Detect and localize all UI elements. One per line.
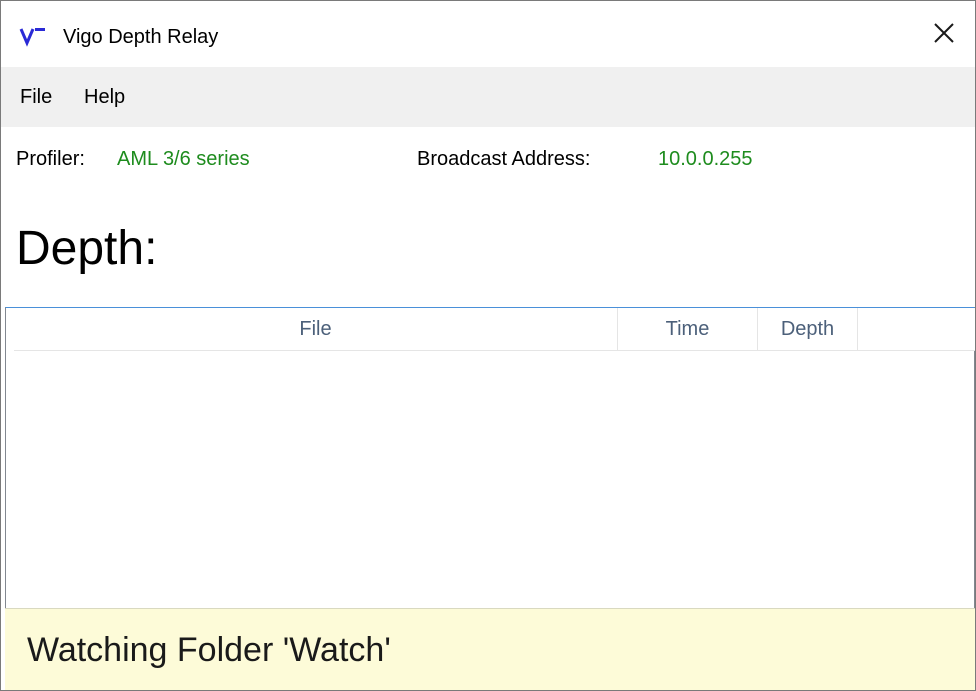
vigo-logo-icon: [19, 25, 51, 47]
broadcast-address-label: Broadcast Address:: [417, 148, 591, 170]
title-bar[interactable]: Vigo Depth Relay: [1, 1, 975, 67]
profiler-value: AML 3/6 series: [117, 148, 250, 170]
menu-help[interactable]: Help: [84, 85, 125, 109]
list-header: File Time Depth: [14, 308, 975, 351]
status-bar: Watching Folder 'Watch': [5, 608, 975, 690]
app-window: Vigo Depth Relay File Help Profiler: AML…: [0, 0, 976, 691]
depth-label: Depth:: [16, 222, 158, 275]
menu-file[interactable]: File: [20, 85, 52, 109]
close-icon: [933, 22, 955, 49]
broadcast-address-value: 10.0.0.255: [658, 148, 753, 170]
column-header-file[interactable]: File: [14, 308, 618, 350]
column-header-depth[interactable]: Depth: [758, 308, 858, 350]
column-header-filler: [858, 308, 975, 350]
close-button[interactable]: [919, 13, 969, 57]
profiler-label: Profiler:: [16, 148, 85, 170]
window-title: Vigo Depth Relay: [63, 26, 219, 48]
status-text: Watching Folder 'Watch': [27, 631, 391, 669]
menu-bar: File Help: [1, 67, 975, 127]
file-list[interactable]: File Time Depth: [5, 307, 975, 609]
column-header-time[interactable]: Time: [618, 308, 758, 350]
